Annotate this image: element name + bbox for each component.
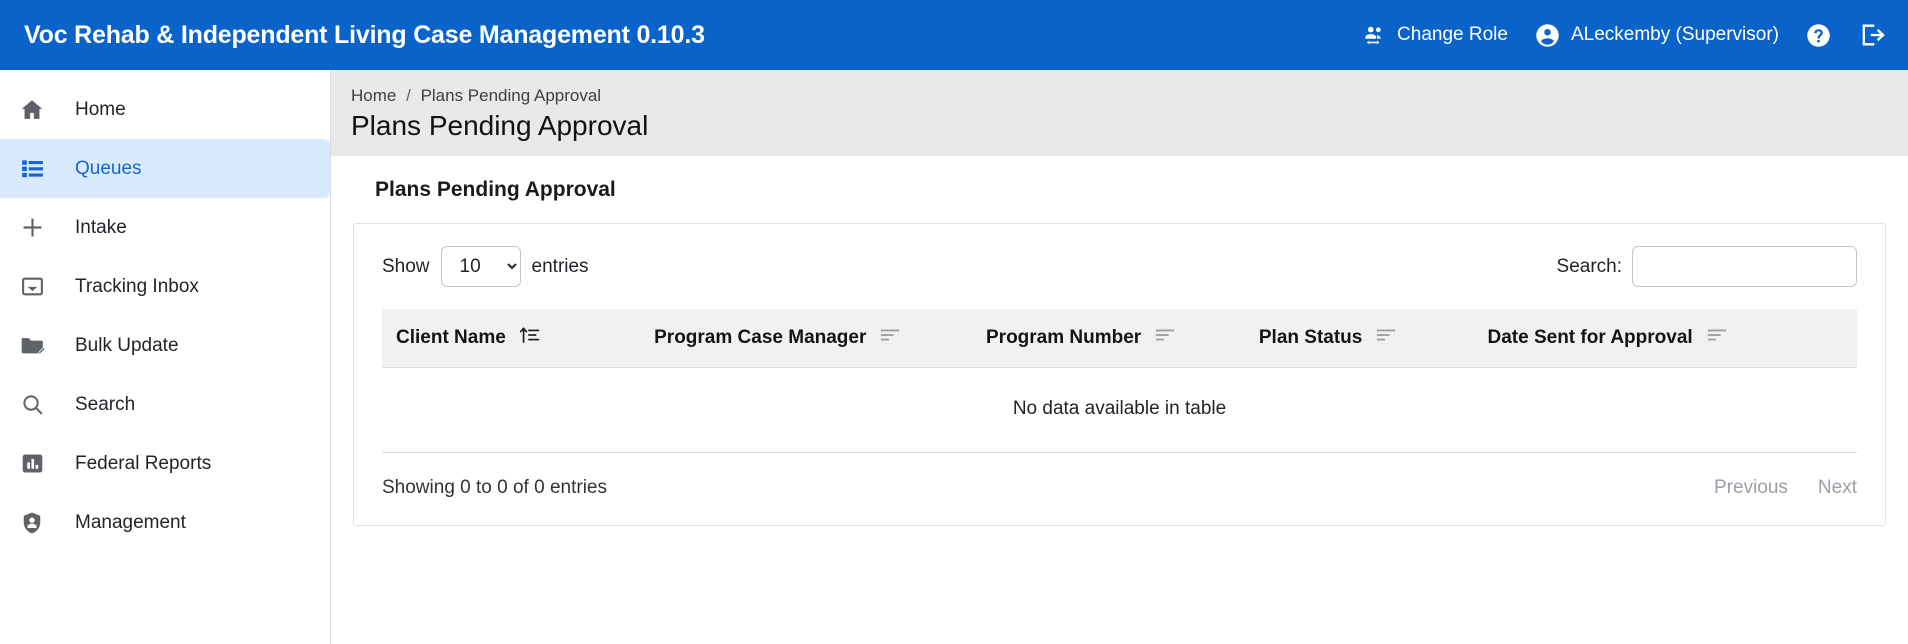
- header-actions: Change Role ALeckemby (Supervisor): [1361, 21, 1886, 49]
- app-header: Voc Rehab & Independent Living Case Mana…: [0, 0, 1908, 70]
- page-header: Home / Plans Pending Approval Plans Pend…: [331, 70, 1908, 157]
- help-circle-icon[interactable]: [1805, 22, 1832, 49]
- app-title: Voc Rehab & Independent Living Case Mana…: [24, 20, 705, 49]
- column-label: Program Case Manager: [654, 327, 867, 349]
- user-label: ALeckemby (Supervisor): [1570, 24, 1779, 45]
- table-body: No data available in table: [382, 367, 1857, 454]
- column-header-program-case-manager[interactable]: Program Case Manager: [640, 309, 972, 369]
- column-header-date-sent-for-approval[interactable]: Date Sent for Approval: [1473, 309, 1857, 369]
- sidebar-item-home[interactable]: Home: [0, 80, 330, 139]
- column-label: Client Name: [396, 327, 506, 349]
- sidebar-item-label: Queues: [75, 157, 142, 179]
- search-label: Search:: [1556, 255, 1622, 277]
- sort-icon: [879, 324, 901, 352]
- column-label: Plan Status: [1258, 327, 1363, 349]
- column-label: Program Number: [986, 327, 1142, 349]
- switch-account-icon: [1361, 22, 1387, 48]
- folder-edit-icon: [17, 331, 47, 361]
- page-length-control: Show 102550100 entries: [382, 246, 589, 288]
- pagination-next[interactable]: Next: [1818, 477, 1857, 499]
- sort-icon: [1375, 324, 1397, 352]
- column-header-program-number[interactable]: Program Number: [972, 309, 1245, 369]
- sidebar-item-tracking-inbox[interactable]: Tracking Inbox: [0, 257, 330, 316]
- sidebar-item-label: Search: [75, 393, 136, 415]
- sidebar-item-label: Tracking Inbox: [75, 275, 199, 297]
- column-header-plan-status[interactable]: Plan Status: [1244, 309, 1474, 369]
- bar-chart-icon: [17, 449, 47, 479]
- plans-pending-approval-table: Client Name Program Case Manager Program…: [382, 309, 1857, 454]
- table-header-row: Client Name Program Case Manager Program…: [382, 309, 1857, 369]
- sidebar-item-label: Intake: [75, 216, 127, 238]
- home-icon: [17, 95, 47, 125]
- show-label: Show: [382, 255, 430, 277]
- table-footer: Showing 0 to 0 of 0 entries Previous Nex…: [382, 453, 1857, 499]
- sidebar-item-label: Home: [75, 98, 126, 120]
- column-label: Date Sent for Approval: [1487, 327, 1693, 349]
- inbox-icon: [17, 272, 47, 302]
- card-heading: Plans Pending Approval: [375, 178, 616, 202]
- main-layout: Home Queues Intake Tracking Inbox Bulk U…: [0, 70, 1908, 644]
- breadcrumb-home[interactable]: Home: [351, 86, 396, 105]
- search-control: Search:: [1556, 246, 1857, 288]
- table-info: Showing 0 to 0 of 0 entries: [382, 477, 607, 499]
- sidebar-item-intake[interactable]: Intake: [0, 198, 330, 257]
- pagination-previous[interactable]: Previous: [1714, 477, 1788, 499]
- entries-label: entries: [531, 255, 589, 277]
- sidebar-item-management[interactable]: Management: [0, 493, 330, 552]
- column-header-client-name[interactable]: Client Name: [382, 309, 641, 369]
- sort-icon: [1154, 324, 1176, 352]
- sidebar-item-search[interactable]: Search: [0, 375, 330, 434]
- list-icon: [17, 154, 47, 184]
- breadcrumb-separator: /: [406, 86, 411, 105]
- page-title: Plans Pending Approval: [351, 110, 649, 141]
- empty-message: No data available in table: [382, 367, 1857, 454]
- search-icon: [17, 390, 47, 420]
- breadcrumb-current: Plans Pending Approval: [420, 86, 602, 105]
- empty-row: No data available in table: [382, 367, 1857, 454]
- content-panel: Plans Pending Approval Show 102550100 en…: [331, 156, 1908, 644]
- search-input[interactable]: [1632, 246, 1857, 288]
- plus-icon: [17, 213, 47, 243]
- shield-person-icon: [17, 508, 47, 538]
- pagination: Previous Next: [1714, 477, 1857, 499]
- change-role-label: Change Role: [1397, 24, 1508, 45]
- sidebar-item-label: Management: [75, 511, 186, 533]
- sort-ascending-icon: [519, 324, 541, 352]
- content-area: Home / Plans Pending Approval Plans Pend…: [331, 70, 1908, 644]
- sidebar-item-label: Federal Reports: [75, 452, 212, 474]
- table-header: Client Name Program Case Manager Program…: [382, 309, 1857, 369]
- account-circle-icon: [1534, 22, 1561, 49]
- table-controls: Show 102550100 entries Search:: [382, 246, 1857, 288]
- table-card: Show 102550100 entries Search:: [353, 223, 1886, 527]
- breadcrumb: Home / Plans Pending Approval: [351, 86, 1908, 106]
- sort-icon: [1706, 324, 1728, 352]
- sidebar: Home Queues Intake Tracking Inbox Bulk U…: [0, 70, 331, 644]
- sidebar-item-bulk-update[interactable]: Bulk Update: [0, 316, 330, 375]
- user-menu-button[interactable]: ALeckemby (Supervisor): [1534, 22, 1779, 49]
- logout-icon[interactable]: [1858, 21, 1886, 49]
- page-length-select[interactable]: 102550100: [440, 246, 521, 288]
- sidebar-item-label: Bulk Update: [75, 334, 179, 356]
- sidebar-item-federal-reports[interactable]: Federal Reports: [0, 434, 330, 493]
- sidebar-item-queues[interactable]: Queues: [0, 139, 330, 198]
- change-role-button[interactable]: Change Role: [1361, 22, 1508, 48]
